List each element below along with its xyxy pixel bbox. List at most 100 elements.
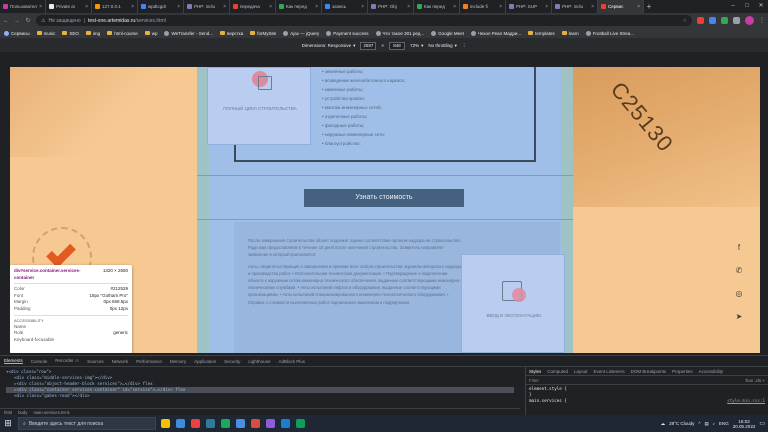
devtools-tab[interactable]: Application <box>194 359 216 364</box>
taskbar-app-icon[interactable] <box>221 419 230 428</box>
styles-tab[interactable]: Accessibility <box>699 369 724 374</box>
devtools-tab[interactable]: Security <box>224 359 240 364</box>
back-icon[interactable]: ← <box>3 18 9 24</box>
devtools-tab[interactable]: Console <box>31 359 48 364</box>
notifications-icon[interactable]: ▭ <box>759 420 765 427</box>
profile-avatar[interactable] <box>745 16 754 25</box>
styles-filter-input[interactable]: Filter <box>529 378 539 383</box>
whatsapp-icon[interactable]: ✆ <box>729 260 749 280</box>
tab-close-icon[interactable]: × <box>453 4 456 10</box>
tab-close-icon[interactable]: × <box>315 4 318 10</box>
browser-menu-icon[interactable]: ⋮ <box>759 17 765 24</box>
browser-tab[interactable]: Private ai × <box>46 0 92 13</box>
bookmark-item[interactable]: wp <box>144 31 157 36</box>
close-window-icon[interactable]: ✕ <box>754 0 768 13</box>
bookmark-item[interactable]: Сервисы <box>4 30 30 36</box>
styles-tab[interactable]: Layout <box>574 369 588 374</box>
bookmark-item[interactable]: Football Live Strea... <box>585 30 634 36</box>
taskbar-app-icon[interactable] <box>266 419 275 428</box>
bookmark-item[interactable]: верстка <box>220 31 243 36</box>
devtools-tab[interactable]: Network <box>112 359 129 364</box>
taskbar-app-icon[interactable] <box>191 419 200 428</box>
height-input[interactable]: 848 <box>389 41 406 50</box>
devtools-tab[interactable]: Elements <box>4 358 23 364</box>
taskbar-app-icon[interactable] <box>206 419 215 428</box>
telegram-icon[interactable]: ➤ <box>729 306 749 326</box>
devtools-tab[interactable]: Performance <box>136 359 162 364</box>
volume-icon[interactable]: ♪ <box>713 421 715 426</box>
devtools-tab[interactable]: Recorder ⚠ <box>55 358 79 364</box>
get-price-button[interactable]: Узнать стоимость <box>304 189 464 207</box>
styles-tab[interactable]: Styles <box>529 369 541 374</box>
taskbar-app-icon[interactable] <box>296 419 305 428</box>
forward-icon[interactable]: → <box>14 18 20 24</box>
bookmark-item[interactable]: Что такое 301 ред... <box>375 30 424 36</box>
bookmark-item[interactable]: SEO <box>62 31 79 36</box>
bookmark-item[interactable]: learn <box>561 31 579 36</box>
tab-close-icon[interactable]: × <box>591 4 594 10</box>
taskbar-app-icon[interactable] <box>251 419 260 428</box>
bookmark-item[interactable]: html-course <box>107 31 138 36</box>
clock[interactable]: 16:53 20.05.2022 <box>733 419 756 429</box>
bookmark-item[interactable]: Google Meet <box>431 30 464 36</box>
weather-text[interactable]: 28°C Cloudy <box>669 421 694 426</box>
device-toolbar-more-icon[interactable]: ⋮ <box>462 43 467 49</box>
bookmark-star-icon[interactable]: ☆ <box>683 18 687 24</box>
dom-node-line[interactable]: <div class="gabes-road"></div> <box>6 393 514 399</box>
extension-icon[interactable] <box>709 17 716 24</box>
browser-tab[interactable]: PHP: Obj × <box>368 0 414 13</box>
bookmark-item[interactable]: img <box>85 31 100 36</box>
tab-close-icon[interactable]: × <box>361 4 364 10</box>
browser-tab[interactable]: PHP: inclu × <box>184 0 230 13</box>
extension-icon[interactable] <box>721 17 728 24</box>
insecure-warning-icon[interactable]: ⚠ <box>41 18 45 24</box>
facebook-icon[interactable]: f <box>729 237 749 257</box>
taskbar-search[interactable]: ⌕ Введите здесь текст для поиска <box>18 417 156 430</box>
styles-tab[interactable]: Event Listeners <box>594 369 625 374</box>
tab-close-icon[interactable]: × <box>637 4 640 10</box>
browser-tab[interactable]: 127.0.0.1 × <box>92 0 138 13</box>
extension-icon[interactable] <box>697 17 704 24</box>
browser-tab[interactable]: Пользовател × <box>0 0 46 13</box>
omnibox[interactable]: ⚠ Не защищено | test-one.artemidas.ru/se… <box>36 15 692 26</box>
tab-close-icon[interactable]: × <box>269 4 272 10</box>
page-viewport[interactable]: C25130 ПОЛНЫЙ ЦИКЛ СТРОИТЕЛЬСТВА • земля… <box>10 67 760 353</box>
windows-start-icon[interactable]: ⊞ <box>3 418 13 429</box>
taskbar-app-icon[interactable] <box>176 419 185 428</box>
browser-tab[interactable]: Как перед × <box>414 0 460 13</box>
extensions-puzzle-icon[interactable] <box>733 17 740 24</box>
browser-tab[interactable]: запись × <box>322 0 368 13</box>
tab-close-icon[interactable]: × <box>499 4 502 10</box>
network-icon[interactable]: ▤ <box>705 421 709 427</box>
browser-tab[interactable]: Сервис × <box>598 0 644 13</box>
instagram-icon[interactable]: ◎ <box>729 283 749 303</box>
reload-icon[interactable]: ↻ <box>25 17 31 24</box>
taskbar-app-icon[interactable] <box>281 419 290 428</box>
styles-tab[interactable]: DOM Breakpoints <box>631 369 667 374</box>
devtools-tab[interactable]: Memory <box>170 359 186 364</box>
browser-tab[interactable]: PHP: SUP × <box>506 0 552 13</box>
bookmark-item[interactable]: music <box>36 31 55 36</box>
new-tab-button[interactable]: + <box>644 0 654 13</box>
devtools-tab[interactable]: Lighthouse <box>248 359 270 364</box>
tab-close-icon[interactable]: × <box>177 4 180 10</box>
browser-tab[interactable]: PHP: inclu × <box>552 0 598 13</box>
bookmark-item[interactable]: templates <box>528 31 555 36</box>
tab-close-icon[interactable]: × <box>85 4 88 10</box>
style-source-link[interactable]: style.min.css:1 <box>727 398 765 404</box>
minimize-icon[interactable]: – <box>726 0 740 13</box>
width-input[interactable]: 2597 <box>360 41 377 50</box>
style-rule[interactable]: main.services { <box>529 398 567 404</box>
tray-chevron-icon[interactable]: ^ <box>698 421 700 426</box>
styles-tab[interactable]: Properties <box>672 369 693 374</box>
browser-tab[interactable]: include fi × <box>460 0 506 13</box>
language-indicator[interactable]: ENG <box>719 421 729 426</box>
tab-close-icon[interactable]: × <box>223 4 226 10</box>
bookmark-item[interactable]: Ajax — jQuery <box>283 30 319 36</box>
bookmark-item[interactable]: forMySite <box>250 31 276 36</box>
bookmark-item[interactable]: Чехол Реал Мадри... <box>470 30 521 36</box>
browser-tab[interactable]: wpdtcgdr × <box>138 0 184 13</box>
tab-close-icon[interactable]: × <box>39 4 42 10</box>
browser-tab[interactable]: Как перед × <box>276 0 322 13</box>
devtools-tab[interactable]: AdBlock Plus <box>278 359 305 364</box>
